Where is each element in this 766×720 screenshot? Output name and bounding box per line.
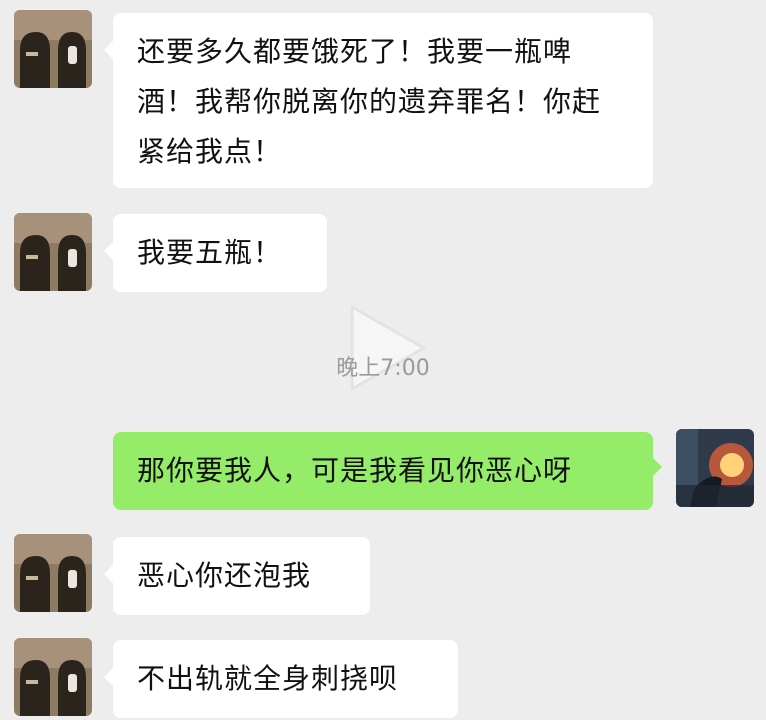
message-bubble[interactable]: 恶心你还泡我: [104, 537, 370, 615]
message-text: 不出轨就全身刺挠呗: [137, 662, 399, 695]
message-text: 恶心你还泡我: [137, 559, 312, 592]
contact-avatar[interactable]: [14, 534, 92, 612]
my-avatar[interactable]: [676, 429, 754, 507]
message-bubble[interactable]: 我要五瓶！: [104, 214, 327, 292]
contact-avatar[interactable]: [14, 213, 92, 291]
message-text: 那你要我人，可是我看见你恶心呀: [137, 454, 573, 487]
message-timestamp: 晚上7:00: [336, 356, 430, 381]
contact-avatar[interactable]: [14, 10, 92, 88]
message-bubble[interactable]: 还要多久都要饿死了！我要一瓶啤酒！我帮你脱离你的遗弃罪名！你赶紧给我点！: [104, 13, 653, 188]
message-bubble[interactable]: 不出轨就全身刺挠呗: [104, 640, 458, 718]
message-text: 我要五瓶！: [137, 236, 283, 269]
contact-avatar[interactable]: [14, 638, 92, 716]
message-bubble[interactable]: 那你要我人，可是我看见你恶心呀: [113, 432, 662, 510]
message-text: 还要多久都要饿死了！我要一瓶啤酒！我帮你脱离你的遗弃罪名！你赶紧给我点！: [137, 35, 602, 168]
